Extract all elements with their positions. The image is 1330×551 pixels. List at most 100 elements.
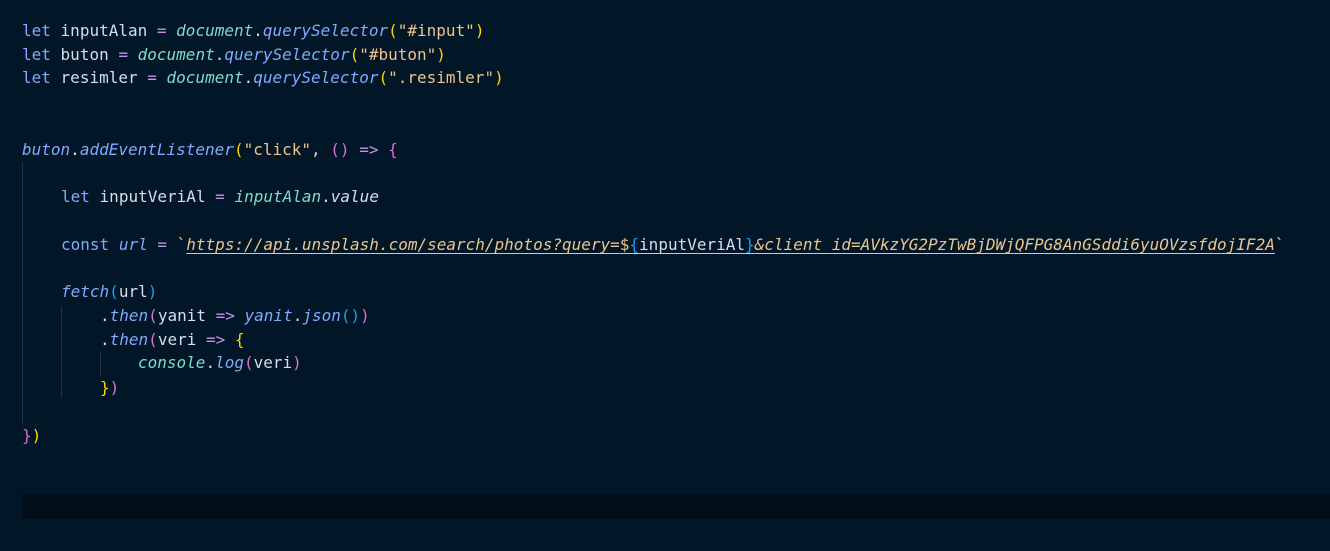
function-name: then: [109, 330, 149, 349]
indent-guide: [22, 162, 23, 424]
template-brace-open: {: [629, 235, 640, 254]
object-name: inputAlan: [234, 187, 322, 206]
template-dollar: $: [619, 235, 630, 254]
operator: =: [147, 68, 157, 87]
paren-close: ): [474, 21, 485, 40]
keyword-const: const: [61, 235, 110, 254]
variable-name: inputVeriAl: [99, 187, 206, 206]
paren-open: (: [349, 45, 360, 64]
template-string-end: &client_id=AVkzYG2PzTwBjDWjQFPG8AnGSddi6…: [754, 235, 1275, 254]
object-name: document: [176, 21, 254, 40]
code-line-10[interactable]: console.log(veri): [138, 351, 302, 375]
paren-open: (: [233, 140, 244, 159]
parameter: veri: [157, 330, 197, 349]
operator: =: [157, 235, 167, 254]
code-line-9[interactable]: .then(veri => {: [100, 328, 245, 352]
paren-close: ): [31, 426, 42, 445]
object-name: document: [137, 45, 215, 64]
function-name: fetch: [61, 282, 110, 301]
paren-close: ): [147, 282, 158, 301]
keyword-let: let: [22, 68, 51, 87]
paren-open: (: [243, 353, 254, 372]
dot: .: [100, 330, 110, 349]
variable-name: inputAlan: [60, 21, 148, 40]
dot: .: [214, 45, 225, 64]
brace-close: }: [22, 426, 32, 445]
paren-open: (: [109, 282, 119, 301]
arrow-operator: =>: [205, 330, 226, 349]
object-name: document: [166, 68, 244, 87]
dot: .: [253, 21, 263, 40]
code-line-3[interactable]: let resimler = document.querySelector(".…: [22, 66, 504, 90]
dot: .: [100, 306, 110, 325]
code-line-5[interactable]: let inputVeriAl = inputAlan.value: [61, 185, 379, 209]
arrow-params: (): [330, 140, 350, 159]
code-line-1[interactable]: let inputAlan = document.querySelector("…: [22, 19, 484, 43]
variable-name: buton: [60, 45, 109, 64]
arrow-operator: =>: [215, 306, 235, 325]
function-name: log: [215, 353, 244, 372]
keyword-let: let: [61, 187, 90, 206]
dot: .: [205, 353, 216, 372]
paren-close: ): [436, 45, 446, 64]
variable-name: resimler: [60, 68, 138, 87]
code-editor[interactable]: let inputAlan = document.querySelector("…: [0, 0, 1330, 551]
dot: .: [292, 306, 303, 325]
template-backtick-open: `: [176, 235, 187, 254]
keyword-let: let: [22, 21, 51, 40]
code-line-12[interactable]: }): [22, 424, 41, 448]
code-line-8[interactable]: .then(yanit => yanit.json()): [100, 304, 370, 328]
string-literal: "click": [243, 140, 312, 159]
string-literal: "#input": [397, 21, 475, 40]
function-name: querySelector: [253, 68, 379, 87]
argument: url: [118, 282, 148, 301]
indent-guide: [100, 352, 101, 376]
arrow-operator: =>: [359, 140, 379, 159]
function-name: then: [109, 306, 149, 325]
code-line-11[interactable]: }): [100, 376, 119, 400]
code-line-2[interactable]: let buton = document.querySelector("#but…: [22, 43, 446, 67]
dot: .: [243, 68, 254, 87]
brace-open: {: [234, 330, 245, 349]
template-brace-close: }: [745, 235, 755, 254]
paren-close: ): [494, 68, 504, 87]
template-expression: inputVeriAl: [639, 235, 746, 254]
paren-open: (: [148, 330, 158, 349]
function-name: json: [302, 306, 341, 325]
object-name: console: [138, 353, 206, 372]
template-backtick-close: `: [1274, 235, 1285, 254]
code-line-7[interactable]: fetch(url): [61, 280, 157, 304]
variable-name: url: [118, 235, 148, 254]
paren-close: ): [360, 306, 370, 325]
operator: =: [118, 45, 128, 64]
paren-close: ): [292, 353, 302, 372]
comma: ,: [311, 140, 321, 159]
current-line-highlight: [22, 494, 1330, 519]
object-name: yanit: [244, 306, 293, 325]
indent-guide: [61, 306, 62, 398]
operator: =: [156, 21, 167, 40]
paren-open: (: [148, 306, 158, 325]
dot: .: [321, 187, 331, 206]
template-string-start: https://api.unsplash.com/search/photos?q…: [186, 235, 620, 254]
dot: .: [70, 140, 80, 159]
call-parens: (): [340, 306, 361, 325]
paren-close: ): [109, 378, 120, 397]
string-literal: ".resimler": [388, 68, 495, 87]
object-name: buton: [22, 140, 71, 159]
parameter: yanit: [157, 306, 206, 325]
property-name: value: [330, 187, 379, 206]
code-line-6[interactable]: const url = `https://api.unsplash.com/se…: [61, 233, 1284, 257]
function-name: querySelector: [262, 21, 389, 40]
paren-open: (: [388, 21, 398, 40]
paren-open: (: [378, 68, 389, 87]
operator: =: [215, 187, 225, 206]
string-literal: "#buton": [359, 45, 437, 64]
argument: veri: [253, 353, 293, 372]
brace-close: }: [100, 378, 110, 397]
function-name: querySelector: [224, 45, 350, 64]
brace-open: {: [388, 140, 398, 159]
function-name: addEventListener: [79, 140, 234, 159]
keyword-let: let: [22, 45, 51, 64]
code-line-4[interactable]: buton.addEventListener("click", () => {: [22, 138, 398, 162]
